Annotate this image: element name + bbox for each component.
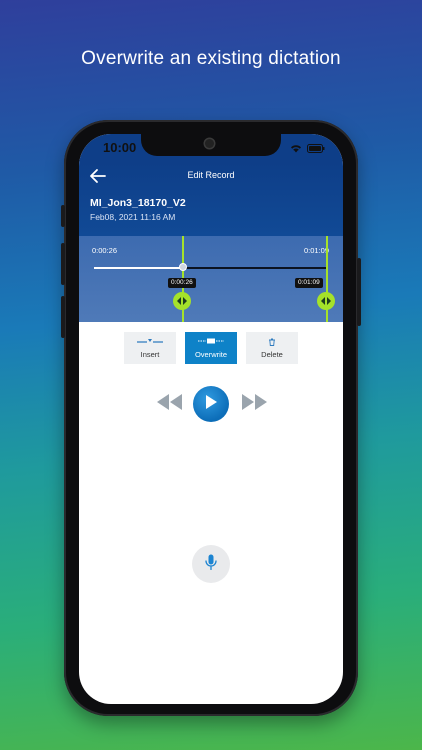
delete-button[interactable]: Delete [246, 332, 298, 364]
trash-icon [246, 338, 298, 346]
record-date: Feb08, 2021 11:16 AM [90, 212, 176, 222]
battery-icon [307, 142, 325, 156]
status-time: 10:00 [103, 140, 137, 155]
wifi-icon [290, 142, 302, 156]
front-camera [205, 139, 214, 148]
record-button[interactable] [192, 545, 230, 583]
overwrite-button[interactable]: Overwrite [185, 332, 237, 364]
playhead-knob[interactable] [179, 263, 187, 271]
phone-side-button-volume-down [61, 296, 65, 338]
play-icon [205, 394, 217, 414]
overwrite-icon [185, 338, 237, 344]
headline: Overwrite an existing dictation [81, 48, 341, 69]
rewind-icon[interactable] [157, 394, 183, 415]
right-marker-handle[interactable] [317, 292, 335, 310]
timeline-editor: 0:00:26 0:01:09 0:00:26 0:01:09 [79, 236, 343, 322]
overwrite-label: Overwrite [194, 350, 228, 359]
delete-label: Delete [261, 350, 283, 359]
insert-icon [124, 338, 176, 344]
microphone-icon [205, 554, 217, 575]
edit-mode-toolbar: Insert Overwrite Delete [79, 332, 343, 364]
insert-button[interactable]: Insert [124, 332, 176, 364]
app-bar: Edit Record MI_Jon3_18170_V2 Feb08, 2021… [79, 162, 343, 236]
timeline-remaining-track [183, 267, 328, 269]
left-marker-handle[interactable] [173, 292, 191, 310]
record-name: MI_Jon3_18170_V2 [90, 197, 186, 209]
play-button[interactable] [193, 386, 229, 422]
right-marker-label: 0:01:09 [295, 278, 323, 288]
playback-controls [79, 384, 343, 424]
phone-side-button-power [357, 258, 361, 326]
left-marker-label: 0:00:26 [168, 278, 196, 288]
timeline-played-track [94, 267, 183, 269]
page-title: Edit Record [187, 170, 235, 180]
drag-handle-icon [177, 292, 187, 310]
timeline-start-time: 0:00:26 [92, 246, 118, 255]
drag-handle-icon [321, 292, 331, 310]
insert-label: Insert [140, 350, 160, 359]
fast-forward-icon[interactable] [241, 394, 267, 415]
phone-side-button-mute [61, 205, 65, 227]
phone-notch [141, 134, 281, 156]
phone-side-button-volume-up [61, 243, 65, 285]
phone-screen: 10:00 Edit Record MI_Jon3_18170_V2 Feb08… [79, 134, 343, 704]
